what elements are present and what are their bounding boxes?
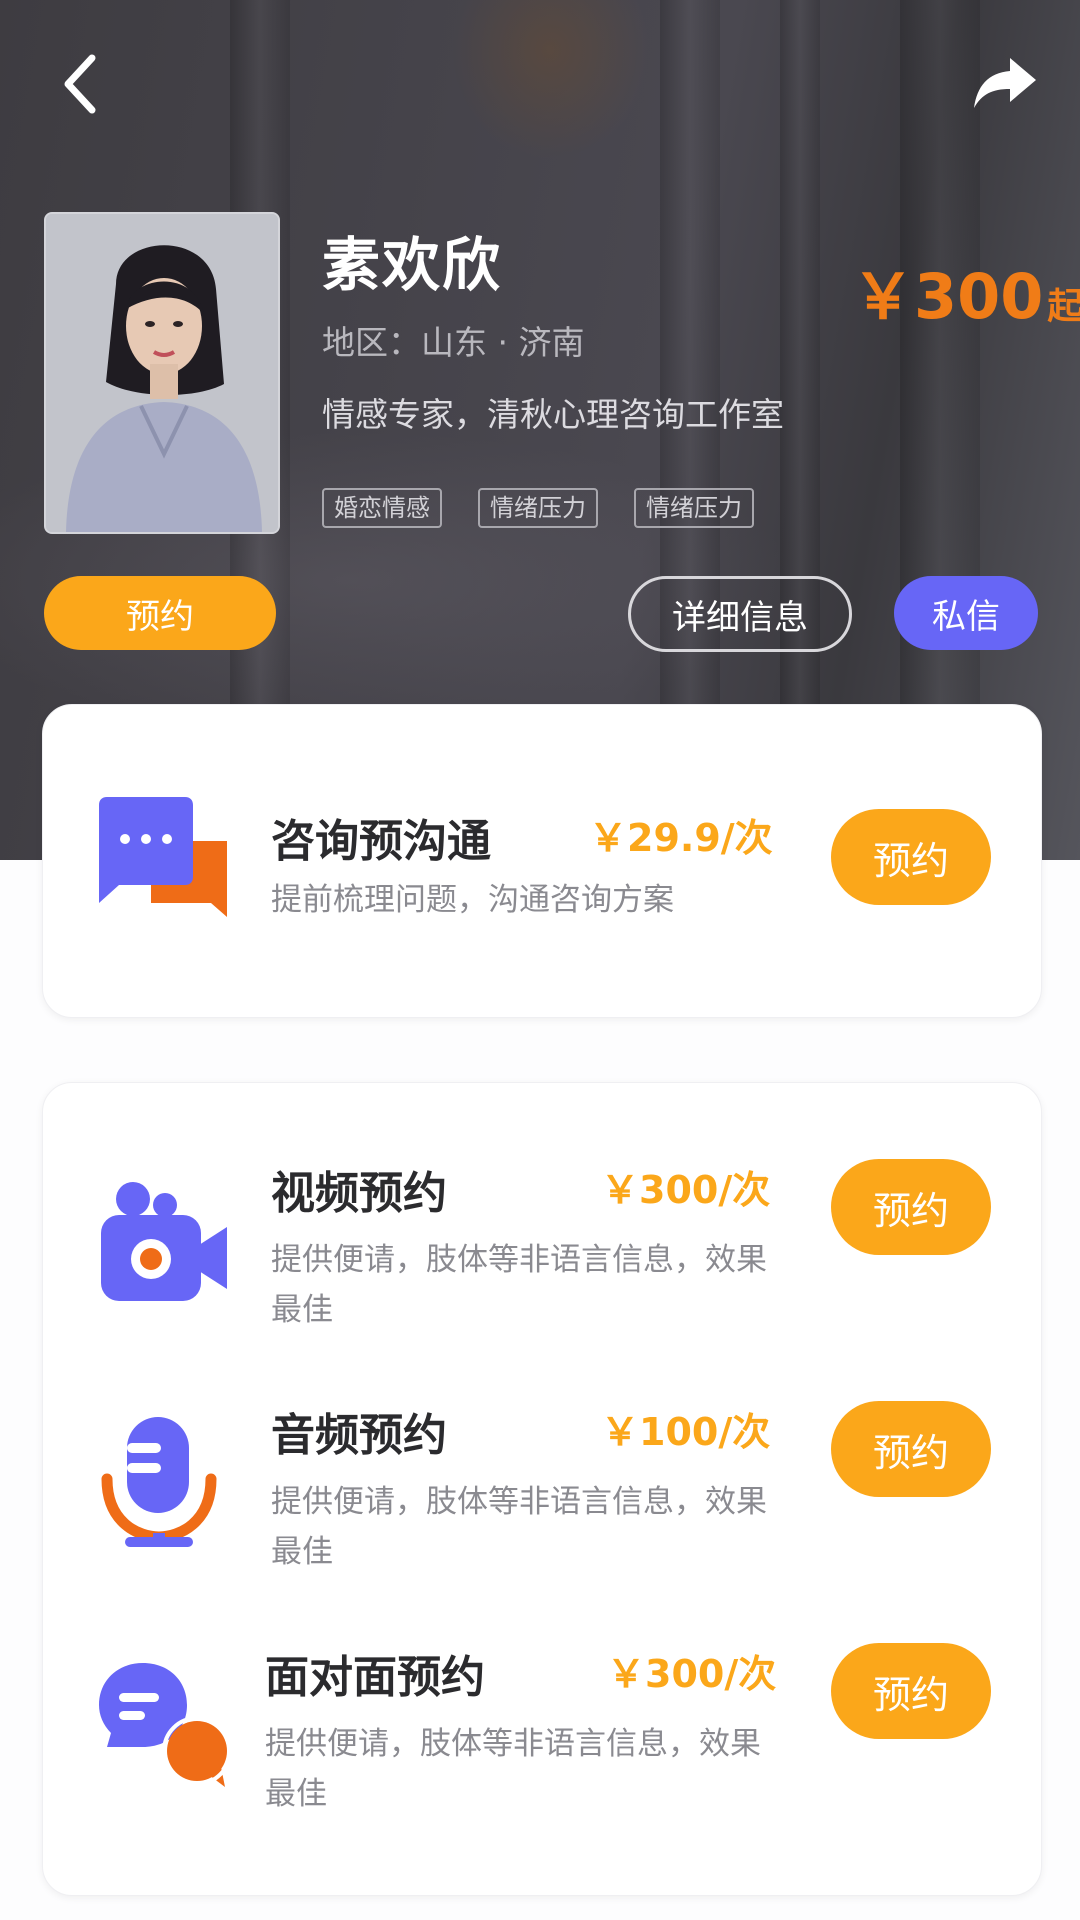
counselor-region: 地区：山东 · 济南	[322, 323, 585, 362]
tag: 情绪压力	[634, 488, 754, 528]
counselor-detail-page: 素欢欣 地区：山东 · 济南 情感专家，清秋心理咨询工作室 婚恋情感 情绪压力 …	[0, 0, 1080, 1920]
chevron-left-icon	[64, 54, 96, 114]
service-name: 面对面预约	[265, 1652, 485, 1703]
service-name: 视频预约	[271, 1168, 447, 1219]
audio-book-button[interactable]: 预约	[831, 1401, 991, 1497]
counselor-title: 情感专家，清秋心理咨询工作室	[322, 395, 784, 434]
service-name: 音频预约	[271, 1410, 447, 1461]
service-price: ￥300/次	[601, 1168, 771, 1212]
detail-info-button[interactable]: 详细信息	[628, 576, 852, 652]
service-description: 提供便请，肢体等非语言信息，效果最佳	[265, 1726, 761, 1812]
service-description: 提前梳理问题，沟通咨询方案	[271, 882, 674, 918]
starting-price: ￥300 起	[852, 246, 1080, 336]
microphone-icon	[101, 1417, 217, 1547]
face-to-face-book-button[interactable]: 预约	[831, 1643, 991, 1739]
service-price: ￥300/次	[607, 1652, 777, 1696]
counselor-avatar	[44, 212, 280, 534]
private-message-button[interactable]: 私信	[894, 576, 1038, 650]
back-button[interactable]	[40, 44, 120, 124]
pre-consult-book-button[interactable]: 预约	[831, 809, 991, 905]
book-button[interactable]: 预约	[44, 576, 276, 650]
counselor-name: 素欢欣	[322, 231, 503, 299]
services-card: 视频预约 ￥300/次 提供便请，肢体等非语言信息，效果最佳 预约 音频预约 ￥…	[42, 1082, 1042, 1896]
face-to-face-chat-icon	[99, 1663, 229, 1787]
service-price: ￥100/次	[601, 1410, 771, 1454]
share-button[interactable]	[965, 44, 1045, 124]
service-name: 咨询预沟通	[271, 816, 491, 867]
starting-price-suffix: 起	[1047, 286, 1080, 327]
tag: 情绪压力	[478, 488, 598, 528]
service-price: ￥29.9/次	[589, 816, 773, 860]
tag: 婚恋情感	[322, 488, 442, 528]
tag-list: 婚恋情感 情绪压力 情绪压力	[322, 488, 754, 528]
video-book-button[interactable]: 预约	[831, 1159, 991, 1255]
share-arrow-icon	[974, 58, 1036, 108]
service-description: 提供便请，肢体等非语言信息，效果最佳	[271, 1242, 767, 1328]
service-description: 提供便请，肢体等非语言信息，效果最佳	[271, 1484, 767, 1570]
chat-bubbles-icon	[99, 797, 227, 917]
video-camera-icon	[101, 1182, 227, 1301]
pre-consult-card: 咨询预沟通 ￥29.9/次 提前梳理问题，沟通咨询方案 预约	[42, 704, 1042, 1018]
starting-price-amount: ￥300	[852, 260, 1044, 333]
